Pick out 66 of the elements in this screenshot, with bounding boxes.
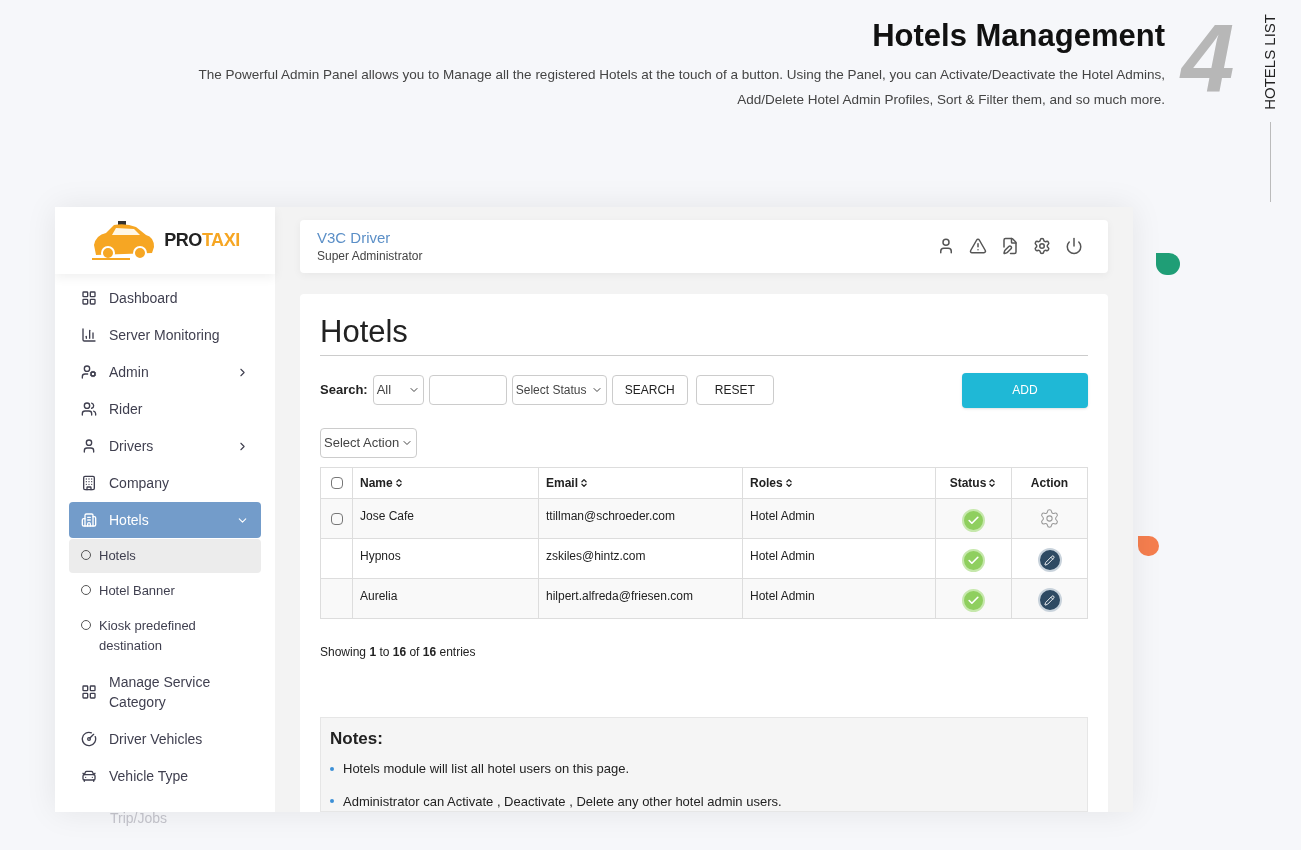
filter-select[interactable]: All [372, 375, 424, 405]
search-label: Search: [320, 381, 368, 400]
sidebar-item[interactable]: Admin [69, 354, 261, 390]
table-cell: Hypnos [360, 548, 401, 563]
sidebar-item[interactable]: Server Monitoring [69, 317, 261, 353]
note-text: Administrator can Activate , Deactivate , Delete any other hotel admin users. [343, 792, 782, 811]
section-label: HOTELS LIST [1260, 14, 1279, 110]
leaf-shape [1138, 536, 1159, 556]
content-title: Hotels [320, 311, 1088, 356]
section-number: 4 [1181, 16, 1236, 114]
checkbox[interactable] [330, 512, 343, 525]
edit-icon[interactable] [1037, 588, 1062, 612]
sidebar-item[interactable]: Rider [69, 391, 261, 427]
chart-icon [81, 327, 97, 343]
table-cell: Hotel Admin [750, 548, 815, 563]
sidebar-item[interactable]: Dashboard [69, 280, 261, 316]
gauge-icon [81, 731, 97, 747]
table-cell: Hotel Admin [750, 588, 815, 603]
status-select[interactable]: Select Status [511, 375, 607, 405]
search-button[interactable]: SEARCH [611, 375, 688, 405]
table-cell: Hotel Admin [750, 508, 815, 523]
logo-text: PROTAXI [164, 229, 240, 252]
page-description: The Powerful Admin Panel allows you to Manage all the registered Hotels at the touch of a button. Using the Panel, you can Activate/Deactivate the Hotel Admins, Add/Delete Hotel Admin Profiles, Sort & Filter them, and so much more. [197, 66, 1165, 109]
sidebar-item[interactable]: Drivers [69, 428, 261, 464]
table-cell: hilpert.alfreda@friesen.com [546, 588, 693, 603]
power-icon[interactable] [1065, 237, 1083, 256]
user-icon [81, 438, 97, 454]
sidebar-item[interactable]: Company [69, 465, 261, 501]
submenu-item[interactable]: Hotels [69, 539, 261, 573]
checkbox[interactable] [330, 477, 343, 490]
notes-title: Notes: [330, 727, 384, 750]
action-select[interactable]: Select Action [320, 427, 417, 458]
building-icon [81, 475, 97, 491]
entries-summary: Showing 1 to 16 of 16 entries [320, 643, 477, 661]
edit-document-icon[interactable] [1001, 237, 1019, 256]
profile-icon[interactable] [937, 237, 955, 256]
bullet-icon [330, 766, 334, 771]
search-field[interactable] [428, 375, 507, 405]
column-header[interactable]: Email [546, 473, 578, 492]
car-icon [81, 768, 97, 784]
reset-button[interactable]: RESET [695, 375, 774, 405]
column-header[interactable]: Name [360, 473, 393, 492]
settings-icon[interactable] [1033, 237, 1051, 256]
note-text: Hotels module will list all hotel users on this page. [343, 760, 630, 778]
table-cell: Aurelia [360, 588, 398, 603]
sidebar-item[interactable]: Manage Service Category [69, 664, 261, 720]
user-role: Super Administrator [317, 248, 424, 265]
warning-icon[interactable] [969, 237, 987, 256]
submenu-item[interactable]: Kiosk predefined destination [69, 609, 261, 663]
submenu-item[interactable]: Hotel Banner [69, 574, 261, 608]
table-cell: ttillman@schroeder.com [546, 508, 675, 523]
sidebar-item[interactable]: Vehicle Type [69, 758, 261, 794]
leaf-shape [1156, 253, 1180, 275]
grid-icon [81, 684, 97, 700]
table-cell: zskiles@hintz.com [546, 548, 646, 563]
bullet-icon [330, 799, 334, 804]
edit-icon[interactable] [1037, 548, 1062, 572]
taxi-car-icon [90, 218, 157, 263]
people-icon [81, 401, 97, 417]
table-cell: Jose Cafe [360, 508, 415, 523]
dashboard-icon [81, 290, 97, 306]
page-heading: Hotels Management [872, 17, 1165, 55]
building-icon [81, 512, 97, 528]
sidebar-item[interactable]: Driver Vehicles [69, 721, 261, 757]
user-name: V3C Driver [317, 228, 392, 249]
column-header[interactable]: Roles [750, 473, 783, 492]
